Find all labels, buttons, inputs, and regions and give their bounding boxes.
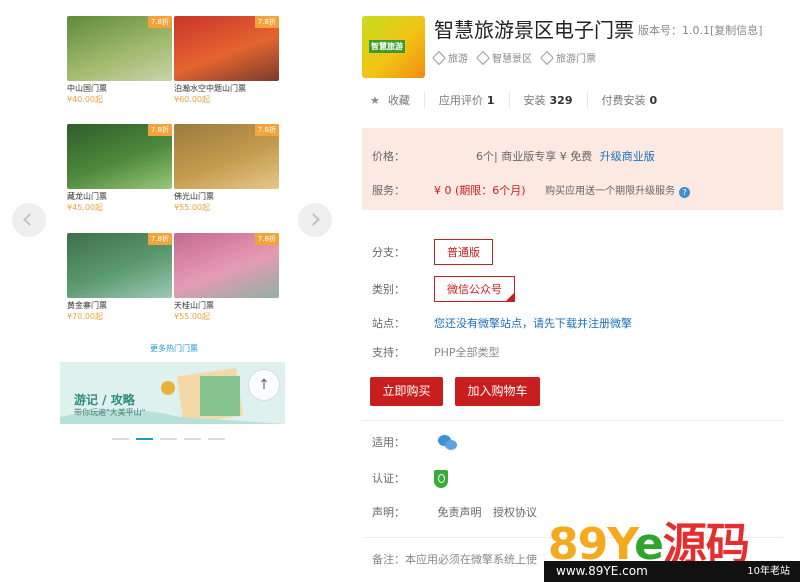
next-slide-button[interactable] bbox=[298, 203, 332, 237]
wechat-icon bbox=[437, 435, 458, 451]
price-row: 价格： 6个| 商业版专享 ¥ 免费 升级商业版 bbox=[372, 150, 655, 163]
support-row: 支持： PHP全部类型 bbox=[372, 346, 500, 359]
ticket-card[interactable]: 7.8折中山国门票 ¥40.00起 bbox=[67, 16, 172, 106]
ticket-card[interactable]: 7.8折佛光山门票 ¥55.00起 bbox=[174, 124, 279, 214]
discount-badge: 7.8折 bbox=[254, 124, 279, 136]
carousel-dot[interactable] bbox=[112, 438, 129, 440]
tag-item[interactable]: 旅游 bbox=[431, 50, 468, 66]
category-option-selected[interactable]: 微信公众号 bbox=[434, 276, 515, 302]
ticket-image: 7.8折 bbox=[67, 124, 172, 189]
carousel-dot[interactable] bbox=[160, 438, 177, 440]
price-value: 6个| 商业版专享 ¥ 免费 bbox=[476, 150, 593, 163]
ticket-name: 黄金寨门票 bbox=[67, 301, 107, 310]
ticket-price: ¥60.00起 bbox=[174, 95, 210, 104]
carousel-dot[interactable] bbox=[184, 438, 201, 440]
phone-screenshot: 7.8折 中山国门票 ¥40.00起 7.8折 泊瀚水空中题山门票 ¥60.00起 7.8折… bbox=[60, 0, 288, 582]
carousel-dots bbox=[112, 438, 225, 440]
discount-badge: 7.8折 bbox=[254, 16, 279, 28]
tag-item[interactable]: 旅游门票 bbox=[539, 50, 596, 66]
app-stats: ★ 收藏 应用评价 1 安装 329 付费安装 0 bbox=[370, 92, 671, 108]
tag-list: 旅游 智慧景区 旅游门票 bbox=[431, 50, 596, 66]
site-row: 站点： 您还没有微擎站点，请先下载并注册微擎 bbox=[372, 317, 632, 330]
tag-icon bbox=[431, 50, 447, 66]
ticket-image: 7.8折 bbox=[174, 233, 279, 298]
discount-badge: 7.8折 bbox=[147, 16, 172, 28]
ticket-price: ¥45.00起 bbox=[67, 203, 103, 212]
ticket-card[interactable]: 7.8折藏龙山门票 ¥45.00起 bbox=[67, 124, 172, 214]
discount-badge: 7.8折 bbox=[147, 233, 172, 245]
ticket-price: ¥55.00起 bbox=[174, 312, 210, 321]
disclaimer-link[interactable]: 免责声明 bbox=[438, 506, 482, 519]
app-version[interactable]: 版本号：1.0.1[复制信息] bbox=[638, 22, 763, 38]
apply-row: 适用： bbox=[372, 434, 458, 451]
divider bbox=[362, 420, 783, 421]
service-note: 购买应用送一个期限升级服务 bbox=[545, 186, 676, 197]
ticket-name: 佛光山门票 bbox=[174, 192, 214, 201]
app-preview: 7.8折 中山国门票 ¥40.00起 7.8折 泊瀚水空中题山门票 ¥60.00起 7.8折… bbox=[0, 0, 345, 582]
buy-now-button[interactable]: 立即购买 bbox=[370, 377, 443, 406]
back-to-top-button[interactable]: ↑ bbox=[248, 369, 280, 401]
ticket-image: 7.8折 bbox=[174, 124, 279, 189]
ticket-price: ¥55.00起 bbox=[174, 203, 210, 212]
ticket-card[interactable]: 7.8折泊瀚水空中题山门票 ¥60.00起 bbox=[174, 16, 279, 106]
chevron-left-icon bbox=[23, 213, 36, 226]
logo-text: 智慧旅游 bbox=[369, 40, 405, 53]
ticket-price: ¥70.00起 bbox=[67, 312, 103, 321]
branch-row: 分支： 普通版 bbox=[372, 239, 493, 265]
certified-shield-icon bbox=[434, 470, 448, 488]
help-icon[interactable]: ? bbox=[679, 187, 691, 198]
discount-badge: 7.8折 bbox=[254, 233, 279, 245]
support-value: PHP全部类型 bbox=[434, 346, 500, 359]
ticket-name: 藏龙山门票 bbox=[67, 192, 107, 201]
price-box: 价格： 6个| 商业版专享 ¥ 免费 升级商业版 服务： ¥ 0 (期限：6个月) … bbox=[362, 128, 783, 210]
ticket-card[interactable]: 7.8折天桂山门票 ¥55.00起 bbox=[174, 233, 279, 323]
app-logo: 智慧旅游 bbox=[362, 16, 425, 78]
banner-title: 游记 / 攻略 bbox=[74, 393, 135, 407]
ticket-image: 7.8折 bbox=[67, 16, 172, 81]
ticket-image: 7.8折 bbox=[174, 16, 279, 81]
banner-subtitle: 带你玩遍"大美平山" bbox=[74, 408, 146, 417]
more-tickets-link[interactable]: 更多热门门票 bbox=[60, 343, 288, 354]
service-row: 服务： ¥ 0 (期限：6个月) 购买应用送一个期限升级服务? bbox=[372, 182, 691, 198]
installs-stat: 安装 329 bbox=[510, 92, 588, 108]
tag-icon bbox=[475, 50, 491, 66]
paid-installs-stat: 付费安装 0 bbox=[601, 94, 658, 107]
app-title: 智慧旅游景区电子门票 bbox=[434, 18, 634, 42]
star-icon: ★ bbox=[370, 94, 380, 107]
rating-stat: 应用评价 1 bbox=[425, 92, 510, 108]
ticket-name: 中山国门票 bbox=[67, 84, 107, 93]
site-watermark: 89Ye源码 www.89YE.com 10年老站 bbox=[544, 508, 800, 582]
favorite-button[interactable]: ★ 收藏 bbox=[370, 92, 425, 108]
note-text: 备注：本应用必须在微擎系统上使 bbox=[372, 553, 537, 566]
discount-badge: 7.8折 bbox=[147, 124, 172, 136]
tag-item[interactable]: 智慧景区 bbox=[475, 50, 532, 66]
service-value: ¥ 0 (期限：6个月) bbox=[434, 184, 526, 197]
license-link[interactable]: 授权协议 bbox=[493, 506, 537, 519]
carousel-dot[interactable] bbox=[136, 438, 153, 440]
ticket-card[interactable]: 7.8折黄金寨门票 ¥70.00起 bbox=[67, 233, 172, 323]
travel-banner: 游记 / 攻略 带你玩遍"大美平山" ↑ bbox=[60, 362, 285, 424]
statement-row: 声明： 免责声明 授权协议 bbox=[372, 506, 537, 519]
cert-row: 认证： bbox=[372, 470, 448, 488]
site-link[interactable]: 您还没有微擎站点，请先下载并注册微擎 bbox=[434, 317, 632, 330]
branch-option[interactable]: 普通版 bbox=[434, 239, 493, 265]
ticket-price: ¥40.00起 bbox=[67, 95, 103, 104]
ticket-image: 7.8折 bbox=[67, 233, 172, 298]
watermark-bar: www.89YE.com 10年老站 bbox=[544, 561, 800, 582]
ticket-name: 天桂山门票 bbox=[174, 301, 214, 310]
chevron-right-icon bbox=[307, 213, 320, 226]
carousel-dot[interactable] bbox=[208, 438, 225, 440]
ticket-name: 泊瀚水空中题山门票 bbox=[174, 84, 246, 93]
upgrade-link[interactable]: 升级商业版 bbox=[600, 150, 655, 163]
selected-check-icon bbox=[505, 292, 515, 302]
add-to-cart-button[interactable]: 加入购物车 bbox=[455, 377, 540, 406]
category-row: 类别： 微信公众号 bbox=[372, 276, 515, 302]
prev-slide-button[interactable] bbox=[12, 203, 46, 237]
tag-icon bbox=[539, 50, 555, 66]
